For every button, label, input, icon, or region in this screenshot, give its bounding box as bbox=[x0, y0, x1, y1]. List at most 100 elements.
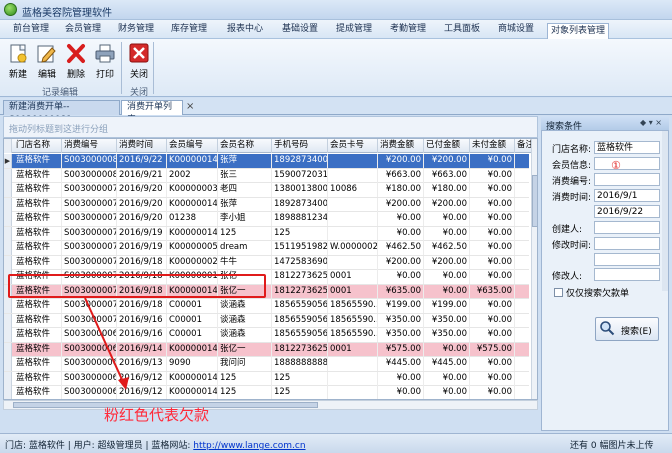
table-cell bbox=[328, 226, 378, 241]
column-header[interactable]: 消费金额 bbox=[378, 139, 424, 153]
column-header[interactable]: 已付金额 bbox=[424, 139, 470, 153]
new-button[interactable]: 新建 bbox=[4, 41, 32, 81]
magnifier-icon bbox=[600, 321, 615, 336]
menu-item[interactable]: 考勤管理 bbox=[384, 22, 432, 38]
table-cell: 蓝格软件 bbox=[14, 357, 62, 371]
table-cell: ¥0.00 bbox=[470, 371, 515, 386]
delete-button[interactable]: 删除 bbox=[62, 41, 90, 81]
table-row[interactable]: 蓝格软件S00300000752016/9/19K00000005dream15… bbox=[4, 241, 529, 256]
group-by-area[interactable]: 拖动列标题到这进行分组 bbox=[3, 116, 538, 138]
menu-item[interactable]: 库存管理 bbox=[166, 22, 212, 38]
table-row[interactable]: ▶蓝格软件S00300000812016/9/22K00000014张萍1892… bbox=[4, 154, 529, 169]
table-cell: 蓝格软件 bbox=[14, 197, 62, 212]
menu-item[interactable]: 报表中心 bbox=[221, 22, 269, 38]
table-cell: ¥0.00 bbox=[424, 212, 470, 226]
menu-item[interactable]: 商城设置 bbox=[492, 22, 540, 38]
search-field-input[interactable] bbox=[594, 173, 660, 186]
table-cell: 2016/9/18 bbox=[117, 255, 167, 270]
column-header[interactable]: 未付金额 bbox=[470, 139, 515, 153]
table-cell: K00000014 bbox=[167, 154, 218, 168]
table-cell: ¥0.00 bbox=[470, 154, 515, 168]
table-cell: ¥635.00 bbox=[378, 284, 424, 299]
close-button[interactable]: 关闭 bbox=[125, 41, 153, 81]
tab-new-consumption[interactable]: 新建消费开单--S0030000081 bbox=[3, 100, 120, 125]
edit-icon bbox=[37, 45, 56, 63]
search-field-input[interactable]: 2016/9/22 bbox=[594, 205, 660, 218]
table-cell: S0030000080 bbox=[62, 168, 117, 183]
table-row[interactable]: 蓝格软件S00300000792016/9/20K00000003老四13800… bbox=[4, 183, 529, 198]
table-cell: ¥0.00 bbox=[424, 270, 470, 284]
edit-button-label: 编辑 bbox=[37, 70, 56, 80]
table-cell: S0030000077 bbox=[62, 212, 117, 226]
tab-close-icon[interactable]: × bbox=[186, 101, 194, 112]
column-header[interactable]: 会员名称 bbox=[218, 139, 272, 153]
menu-item[interactable]: 会员管理 bbox=[60, 22, 106, 38]
search-field-input[interactable] bbox=[594, 237, 660, 250]
search-panel-title: 搜索条件 bbox=[546, 122, 583, 132]
table-cell: ¥0.00 bbox=[424, 284, 470, 299]
menu-item[interactable]: 对象列表管理 bbox=[547, 23, 609, 39]
debt-only-checkbox[interactable] bbox=[554, 288, 563, 297]
table-row[interactable]: 蓝格软件S00300000772016/9/2001238李小姐18988812… bbox=[4, 212, 529, 227]
search-field-input[interactable] bbox=[594, 268, 660, 281]
vertical-scroll-thumb[interactable] bbox=[532, 175, 537, 227]
table-cell: ¥0.00 bbox=[378, 270, 424, 284]
edit-button[interactable]: 编辑 bbox=[33, 41, 61, 81]
column-header[interactable]: 会员卡号 bbox=[328, 139, 378, 153]
menu-item[interactable]: 财务管理 bbox=[113, 22, 159, 38]
table-cell: ¥200.00 bbox=[378, 255, 424, 270]
close-icon bbox=[129, 43, 149, 63]
table-cell: 2016/9/20 bbox=[117, 197, 167, 212]
table-row[interactable]: 蓝格软件S00300000802016/9/212002张三1590072031… bbox=[4, 168, 529, 183]
table-cell: K00000014 bbox=[167, 197, 218, 212]
column-header[interactable]: 消费编号 bbox=[62, 139, 117, 153]
group-hint-text: 拖动列标题到这进行分组 bbox=[9, 125, 109, 135]
search-field-input[interactable] bbox=[594, 253, 660, 266]
table-cell: ¥0.00 bbox=[424, 371, 470, 386]
table-cell: ¥0.00 bbox=[470, 313, 515, 328]
panel-scrollbar[interactable] bbox=[662, 131, 668, 291]
table-cell: 18565590567 bbox=[272, 328, 328, 342]
menu-item[interactable]: 提成管理 bbox=[330, 22, 378, 38]
table-cell: 蓝格软件 bbox=[14, 299, 62, 313]
column-header[interactable]: 消费时间 bbox=[117, 139, 167, 153]
menu-item[interactable]: 前台管理 bbox=[8, 22, 54, 38]
row-indicator bbox=[4, 386, 12, 399]
menu-item[interactable]: 基础设置 bbox=[276, 22, 324, 38]
table-cell: 18565590567 bbox=[272, 299, 328, 313]
search-field-input[interactable]: 2016/9/1 bbox=[594, 189, 660, 202]
table-cell: C00001 bbox=[167, 313, 218, 328]
search-field-input[interactable] bbox=[594, 221, 660, 234]
table-cell: 10086 bbox=[328, 183, 378, 197]
delete-icon bbox=[67, 44, 85, 63]
search-field-label: 会员信息: bbox=[552, 161, 592, 171]
column-header[interactable]: 会员编号 bbox=[167, 139, 218, 153]
table-cell: ¥200.00 bbox=[378, 197, 424, 212]
status-site-link[interactable]: http://www.lange.com.cn bbox=[193, 441, 305, 451]
column-header[interactable]: 门店名称 bbox=[14, 139, 62, 153]
search-field-input[interactable]: 蓝格软件 bbox=[594, 141, 660, 154]
table-cell: 125 bbox=[272, 371, 328, 386]
search-field-input[interactable] bbox=[594, 157, 660, 170]
panel-pin-close-icon[interactable]: ◆ ▾ × bbox=[640, 118, 662, 127]
table-cell: ¥350.00 bbox=[424, 313, 470, 328]
table-cell: S0030000081 bbox=[62, 154, 117, 168]
table-cell: ¥180.00 bbox=[424, 183, 470, 197]
table-cell: ¥350.00 bbox=[378, 328, 424, 342]
debt-annotation: 粉红色代表欠款 bbox=[104, 406, 210, 424]
tab-consumption-list[interactable]: 消费开单列表 bbox=[121, 100, 183, 125]
search-field-label: 门店名称: bbox=[552, 145, 592, 155]
table-row[interactable]: 蓝格软件S00300000762016/9/19K00000014125125¥… bbox=[4, 226, 529, 241]
column-header[interactable]: 手机号码 bbox=[272, 139, 328, 153]
table-cell: ¥0.00 bbox=[470, 328, 515, 342]
table-cell: ¥350.00 bbox=[378, 313, 424, 328]
ribbon-separator bbox=[121, 42, 122, 94]
table-cell: 蓝格软件 bbox=[14, 168, 62, 183]
table-cell: S0030000079 bbox=[62, 183, 117, 197]
table-row[interactable]: 蓝格软件S00300000742016/9/18K00000002牛牛14725… bbox=[4, 255, 529, 270]
print-button[interactable]: 打印 bbox=[91, 41, 119, 81]
table-row[interactable]: 蓝格软件S00300000782016/9/20K00000014张萍18928… bbox=[4, 197, 529, 212]
search-field-label: 创建人: bbox=[552, 225, 583, 235]
menu-item[interactable]: 工具面板 bbox=[438, 22, 486, 38]
table-cell: ¥0.00 bbox=[470, 197, 515, 212]
